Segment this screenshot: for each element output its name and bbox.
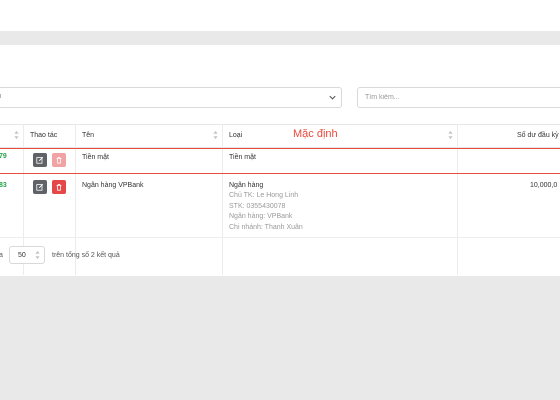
filter-select-value: ù <box>0 93 1 100</box>
column-header-name[interactable]: Tên <box>82 132 94 139</box>
sort-icon <box>35 250 40 260</box>
sort-icon[interactable] <box>14 130 19 140</box>
page-size-value: 50 <box>18 252 26 259</box>
column-header-type[interactable]: Loại <box>229 132 242 139</box>
account-holder: Chủ TK: Le Hong Linh <box>229 192 299 199</box>
bank-name: Ngân hàng: VPBank <box>229 213 293 220</box>
branch-name: Chi nhánh: Thanh Xuân <box>229 224 303 231</box>
row-type: Ngân hàng <box>229 182 264 189</box>
default-row-highlight <box>0 148 560 174</box>
chevron-down-icon <box>329 95 336 100</box>
table-header-top-border <box>0 124 560 125</box>
column-header-balance[interactable]: Số dư đầu kỳ <box>517 132 559 139</box>
top-bar <box>0 0 560 31</box>
edit-icon <box>36 156 44 164</box>
row-name: Tiền mặt <box>82 154 109 161</box>
default-annotation: Mặc định <box>293 128 338 140</box>
footer-prefix: a <box>0 252 3 259</box>
table-bottom-border <box>0 237 560 238</box>
edit-icon <box>36 183 44 191</box>
trash-icon <box>56 184 62 191</box>
results-summary: trên tổng số 2 kết quả <box>52 252 120 259</box>
row-id[interactable]: 79 <box>0 153 7 160</box>
filter-select[interactable]: ù <box>0 87 342 108</box>
row-type: Tiền mặt <box>229 154 256 161</box>
sort-icon[interactable] <box>448 130 453 140</box>
sort-icon[interactable] <box>213 130 218 140</box>
column-header-actions: Thao tác <box>30 132 58 139</box>
edit-button[interactable] <box>33 180 47 194</box>
edit-button[interactable] <box>33 153 47 167</box>
column-divider <box>222 124 223 275</box>
page-size-select[interactable]: 50 <box>9 246 45 264</box>
search-input[interactable] <box>357 87 560 108</box>
delete-button[interactable] <box>52 153 66 167</box>
row-id[interactable]: 83 <box>0 182 7 189</box>
row-balance: 10,000,0 <box>530 182 558 189</box>
accounts-card: ù Thao tác Tên Loại Mặc định Số dư đầu k… <box>0 45 560 276</box>
row-name: Ngân hàng VPBank <box>82 182 144 189</box>
column-divider <box>457 124 458 275</box>
delete-button[interactable] <box>52 180 66 194</box>
account-number: STK: 0355430078 <box>229 203 286 210</box>
trash-icon <box>56 157 62 164</box>
